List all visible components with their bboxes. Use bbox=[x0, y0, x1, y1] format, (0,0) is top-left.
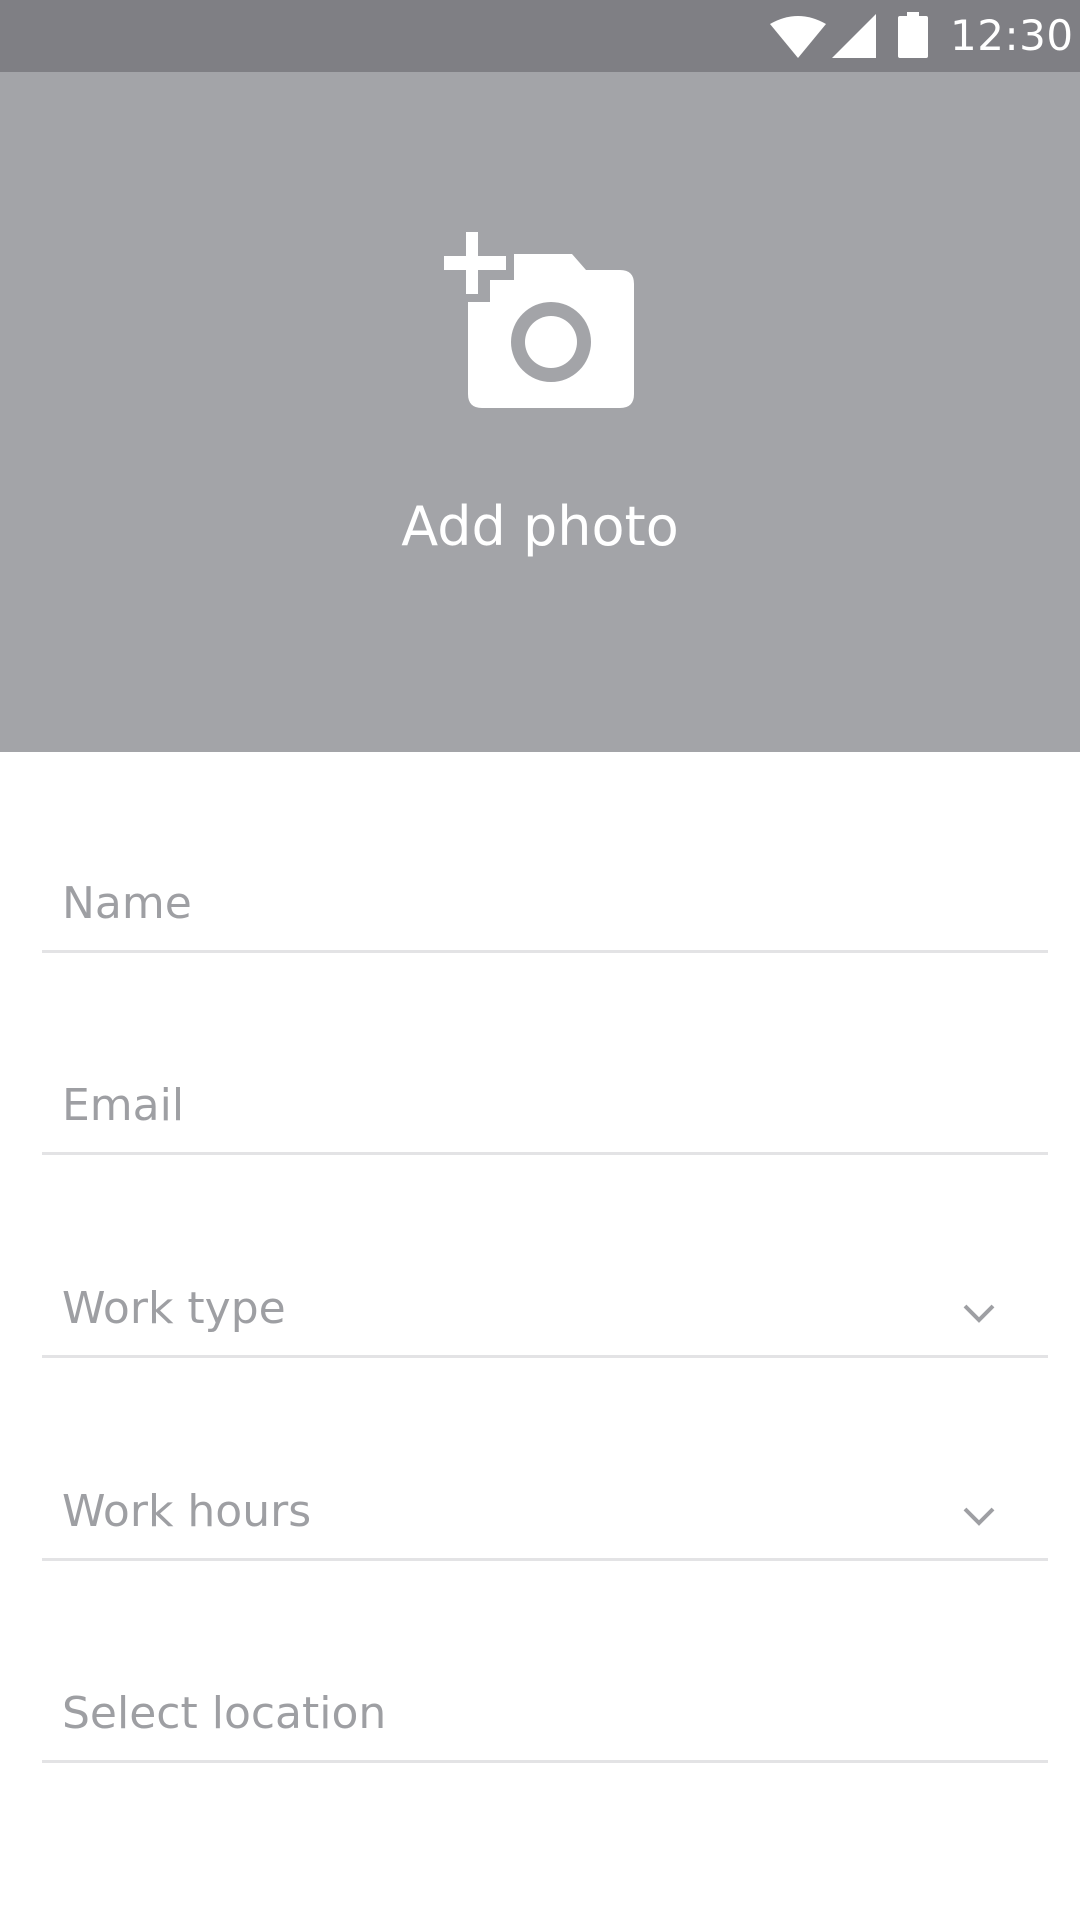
battery-icon bbox=[898, 12, 928, 58]
work-type-dropdown[interactable]: Work type bbox=[42, 1265, 1048, 1358]
location-placeholder: Select location bbox=[62, 1688, 387, 1739]
cell-signal-icon bbox=[832, 14, 876, 58]
status-time: 12:30 bbox=[950, 11, 1074, 60]
add-photo-camera-icon bbox=[444, 232, 634, 408]
work-hours-dropdown[interactable]: Work hours bbox=[42, 1468, 1048, 1561]
email-field[interactable]: Email bbox=[42, 1062, 1048, 1155]
location-field[interactable]: Select location bbox=[42, 1670, 1048, 1763]
chevron-down-icon bbox=[963, 1304, 995, 1323]
work-type-placeholder: Work type bbox=[62, 1283, 286, 1334]
status-bar: 12:30 bbox=[0, 0, 1080, 72]
name-placeholder: Name bbox=[62, 878, 192, 929]
screen: 12:30 Add photo Name Email Work type Wor… bbox=[0, 0, 1080, 1920]
chevron-down-icon bbox=[963, 1507, 995, 1526]
email-placeholder: Email bbox=[62, 1080, 185, 1131]
work-hours-placeholder: Work hours bbox=[62, 1486, 312, 1537]
add-photo-area[interactable]: Add photo bbox=[0, 72, 1080, 752]
name-field[interactable]: Name bbox=[42, 860, 1048, 953]
add-photo-label: Add photo bbox=[401, 495, 679, 558]
wifi-icon bbox=[770, 16, 826, 58]
